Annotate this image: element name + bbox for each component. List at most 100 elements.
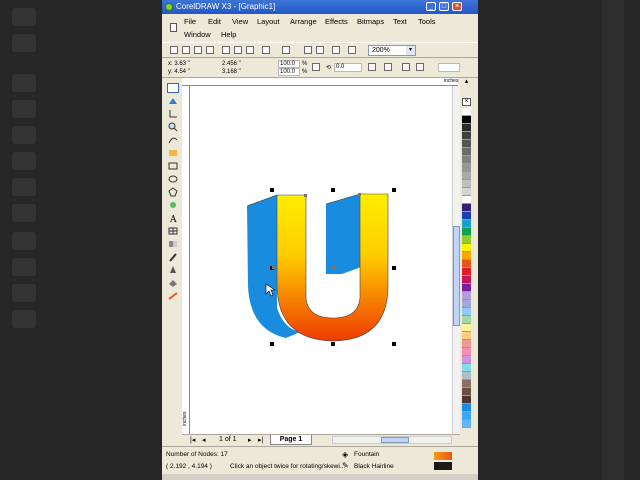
color-swatch[interactable] xyxy=(462,380,471,388)
rotation-field[interactable]: 0.0 xyxy=(334,63,362,72)
height-field[interactable]: 3.168 " xyxy=(222,68,241,76)
outline-tool-icon[interactable] xyxy=(167,265,179,275)
maximize-button[interactable]: □ xyxy=(439,2,449,11)
zoom-levels-select[interactable]: 200% ▾ xyxy=(368,45,416,56)
drawing-canvas[interactable] xyxy=(190,86,452,434)
menu-file[interactable]: File xyxy=(184,17,196,26)
color-swatch[interactable] xyxy=(462,124,471,132)
zoom-tool-icon[interactable] xyxy=(167,122,179,132)
color-swatch[interactable] xyxy=(462,260,471,268)
color-swatch[interactable] xyxy=(462,404,471,412)
menu-text[interactable]: Text xyxy=(393,17,407,26)
freehand-tool-icon[interactable] xyxy=(167,135,179,145)
horizontal-scrollbar[interactable] xyxy=(332,436,452,444)
color-swatch[interactable] xyxy=(462,372,471,380)
save-icon[interactable] xyxy=(194,46,202,54)
color-swatch[interactable] xyxy=(462,284,471,292)
outline-color-chip[interactable] xyxy=(434,462,452,470)
color-swatch[interactable] xyxy=(462,356,471,364)
menu-arrange[interactable]: Arrange xyxy=(290,17,317,26)
export-icon[interactable] xyxy=(316,46,324,54)
color-swatch[interactable] xyxy=(462,188,471,196)
menu-edit[interactable]: Edit xyxy=(208,17,221,26)
minimize-button[interactable]: _ xyxy=(426,2,436,11)
color-swatch[interactable] xyxy=(462,116,471,124)
horizontal-ruler[interactable]: inches xyxy=(182,78,458,86)
close-button[interactable]: × xyxy=(452,2,462,11)
redo-icon[interactable] xyxy=(282,46,290,54)
scale-y-field[interactable]: 100.0 xyxy=(278,68,300,76)
welcome-screen-icon[interactable] xyxy=(348,46,356,54)
color-swatch[interactable] xyxy=(462,364,471,372)
menu-effects[interactable]: Effects xyxy=(325,17,348,26)
color-swatch[interactable] xyxy=(462,268,471,276)
interactive-blend-tool-icon[interactable] xyxy=(167,239,179,249)
menu-help[interactable]: Help xyxy=(221,30,236,39)
arrange-icon[interactable] xyxy=(402,63,410,71)
color-swatch[interactable] xyxy=(462,252,471,260)
polygon-tool-icon[interactable] xyxy=(167,187,179,197)
paste-icon[interactable] xyxy=(246,46,254,54)
color-swatch[interactable] xyxy=(462,308,471,316)
color-swatch[interactable] xyxy=(462,148,471,156)
palette-scroll-up-icon[interactable]: ▴ xyxy=(462,78,471,86)
color-swatch[interactable] xyxy=(462,220,471,228)
shape-tool-icon[interactable] xyxy=(167,96,179,106)
next-page-button[interactable]: ▸ xyxy=(248,436,252,444)
outline-width-select[interactable] xyxy=(438,63,460,72)
color-swatch[interactable] xyxy=(462,180,471,188)
pick-tool-icon[interactable] xyxy=(167,83,179,93)
cut-icon[interactable] xyxy=(222,46,230,54)
table-tool-icon[interactable] xyxy=(167,226,179,236)
last-page-button[interactable]: ▸| xyxy=(258,436,263,444)
color-swatch[interactable] xyxy=(462,108,471,116)
ellipse-tool-icon[interactable] xyxy=(167,174,179,184)
no-color-swatch[interactable]: × xyxy=(462,98,471,106)
color-swatch[interactable] xyxy=(462,172,471,180)
eyedropper-tool-icon[interactable] xyxy=(167,252,179,262)
color-swatch[interactable] xyxy=(462,156,471,164)
menu-tools[interactable]: Tools xyxy=(418,17,436,26)
document-icon[interactable] xyxy=(170,23,177,32)
fill-tool-icon[interactable] xyxy=(167,278,179,288)
color-swatch[interactable] xyxy=(462,300,471,308)
lock-ratio-icon[interactable] xyxy=(312,63,320,71)
text-tool-icon[interactable]: A xyxy=(167,213,179,223)
menu-layout[interactable]: Layout xyxy=(257,17,280,26)
color-swatch[interactable] xyxy=(462,324,471,332)
first-page-button[interactable]: |◂ xyxy=(190,436,195,444)
color-swatch[interactable] xyxy=(462,244,471,252)
open-icon[interactable] xyxy=(182,46,190,54)
y-position-field[interactable]: y: 4.54 " xyxy=(168,68,190,76)
color-swatch[interactable] xyxy=(462,388,471,396)
menu-view[interactable]: View xyxy=(232,17,248,26)
copy-icon[interactable] xyxy=(234,46,242,54)
interactive-fill-tool-icon[interactable] xyxy=(167,291,179,301)
horizontal-scroll-thumb[interactable] xyxy=(381,437,409,443)
rectangle-tool-icon[interactable] xyxy=(167,161,179,171)
color-swatch[interactable] xyxy=(462,140,471,148)
color-swatch[interactable] xyxy=(462,164,471,172)
smart-fill-tool-icon[interactable] xyxy=(167,148,179,158)
color-swatch[interactable] xyxy=(462,332,471,340)
vertical-ruler[interactable]: inches xyxy=(182,86,190,434)
color-swatch[interactable] xyxy=(462,236,471,244)
graphic-u-letter[interactable] xyxy=(190,86,452,434)
color-swatch[interactable] xyxy=(462,204,471,212)
color-swatch[interactable] xyxy=(462,292,471,300)
vertical-scroll-thumb[interactable] xyxy=(453,226,460,326)
page-1-tab[interactable]: Page 1 xyxy=(270,435,312,445)
mirror-vertical-icon[interactable] xyxy=(384,63,392,71)
width-field[interactable]: 2.456 " xyxy=(222,60,241,68)
chevron-down-icon[interactable]: ▾ xyxy=(406,46,415,55)
color-swatch[interactable] xyxy=(462,196,471,204)
menu-bitmaps[interactable]: Bitmaps xyxy=(357,17,384,26)
x-position-field[interactable]: x: 3.63 " xyxy=(168,60,190,68)
previous-page-button[interactable]: ◂ xyxy=(202,436,206,444)
new-icon[interactable] xyxy=(170,46,178,54)
vertical-scrollbar[interactable] xyxy=(452,86,460,434)
to-curve-icon[interactable] xyxy=(416,63,424,71)
application-launcher-icon[interactable] xyxy=(332,46,340,54)
undo-icon[interactable] xyxy=(262,46,270,54)
scale-x-field[interactable]: 100.0 xyxy=(278,60,300,68)
